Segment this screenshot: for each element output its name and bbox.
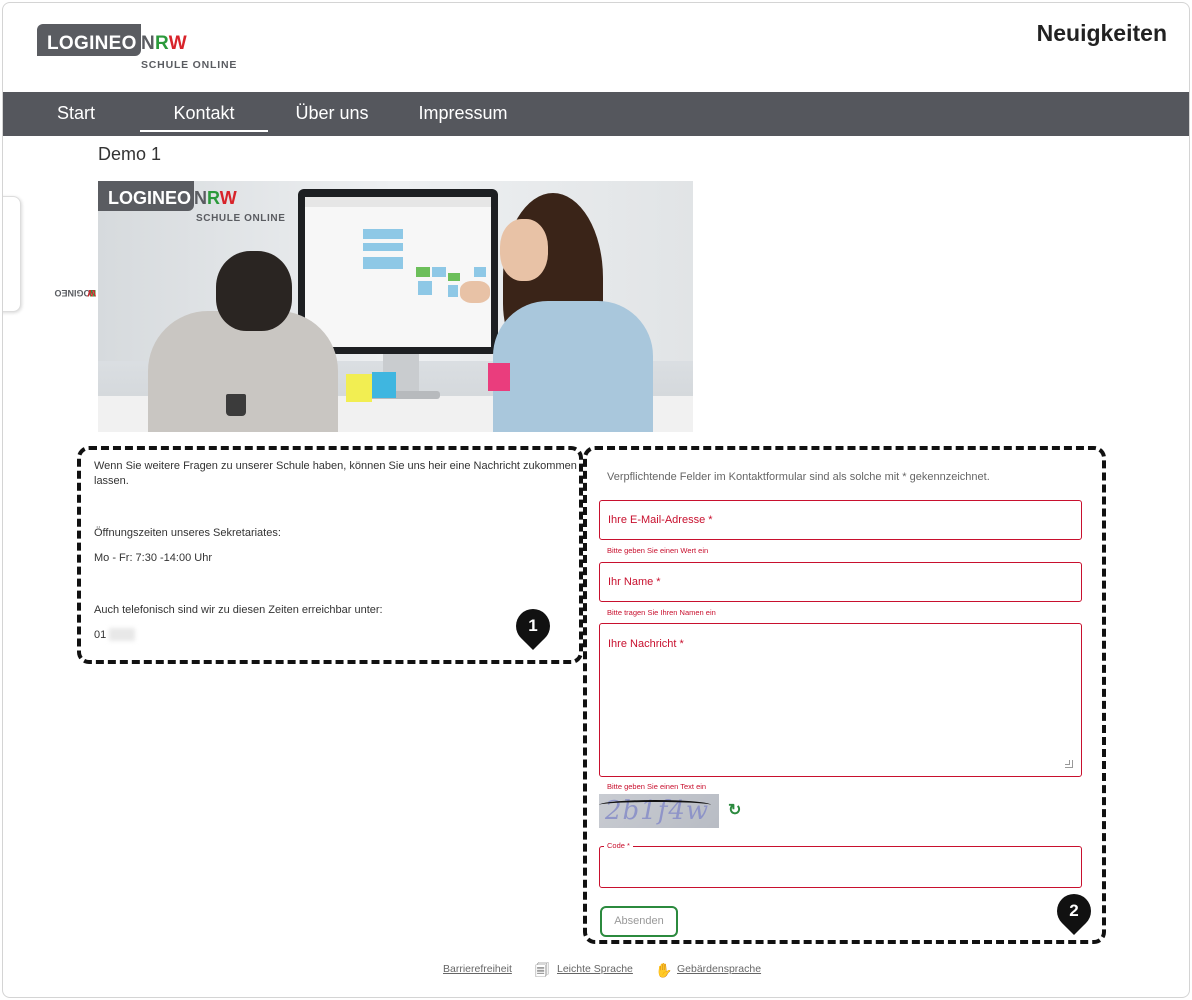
hero-logo-text-nrw: NRW xyxy=(194,188,237,208)
info-phone-intro: Auch telefonisch sind wir zu diesen Zeit… xyxy=(94,604,383,616)
name-error: Bitte tragen Sie Ihren Namen ein xyxy=(607,608,716,617)
person-woman xyxy=(493,301,653,432)
message-error: Bitte geben Sie einen Text ein xyxy=(607,782,707,791)
nav-item-ueber-uns[interactable]: Über uns xyxy=(285,92,379,136)
email-error: Bitte geben Sie einen Wert ein xyxy=(607,546,709,555)
code-field-label: Code * xyxy=(604,841,633,850)
nav-item-kontakt[interactable]: Kontakt xyxy=(140,92,268,136)
info-phone: 01 xyxy=(94,629,107,641)
name-field-label: Ihr Name * xyxy=(608,576,661,588)
name-field[interactable]: Ihr Name * xyxy=(599,562,1082,602)
message-textarea[interactable]: Ihre Nachricht * xyxy=(599,623,1082,777)
phone-blur xyxy=(109,628,135,641)
page-heading: Neuigkeiten xyxy=(1036,20,1167,46)
info-hours: Mo - Fr: 7:30 -14:00 Uhr xyxy=(94,552,212,564)
hero-logo-subtitle: SCHULE ONLINE xyxy=(196,213,286,224)
side-tab-label: LOGINEO N R W xyxy=(54,288,96,298)
captcha-code-field[interactable] xyxy=(599,846,1082,888)
sign-language-icon: ✋ xyxy=(655,962,673,978)
site-title: Demo 1 xyxy=(98,144,162,164)
nav-item-start[interactable]: Start xyxy=(41,92,111,136)
logineo-logo[interactable]: LOGINEO NRW SCHULE ONLINE xyxy=(37,24,247,76)
form-required-note: Verpflichtende Felder im Kontaktformular… xyxy=(607,471,990,483)
logo-text-main: LOGINEO xyxy=(47,33,137,54)
submit-button[interactable]: Absenden xyxy=(600,906,678,937)
email-field[interactable]: Ihre E-Mail-Adresse * xyxy=(599,500,1082,540)
side-logineo-tab[interactable]: LOGINEO N R W xyxy=(3,196,96,312)
info-intro: Wenn Sie weitere Fragen zu unserer Schul… xyxy=(94,460,577,487)
footer-sign-language-link[interactable]: Gebärdensprache xyxy=(677,963,761,975)
hero-image: LOGINEO NRW SCHULE ONLINE xyxy=(98,181,693,432)
email-field-label: Ihre E-Mail-Adresse * xyxy=(608,514,713,526)
resize-handle[interactable] xyxy=(1065,760,1073,768)
message-field-label: Ihre Nachricht * xyxy=(608,638,684,650)
nav-item-impressum[interactable]: Impressum xyxy=(407,92,519,136)
hero-logo-text-main: LOGINEO xyxy=(108,188,192,208)
page-frame: LOGINEO NRW SCHULE ONLINE Neuigkeiten St… xyxy=(2,2,1190,998)
captcha-image: 2b1f4w xyxy=(599,794,719,828)
logo-text-nrw: NRW xyxy=(141,33,187,54)
footer-easy-language-link[interactable]: Leichte Sprache xyxy=(557,963,633,975)
logo-subtitle: SCHULE ONLINE xyxy=(141,59,238,71)
refresh-icon[interactable]: ↻ xyxy=(728,803,744,819)
easy-language-icon: 🗐 xyxy=(535,962,549,978)
footer-accessibility-link[interactable]: Barrierefreiheit xyxy=(443,963,512,975)
marker-number-2: 2 xyxy=(1069,901,1079,920)
main-nav: Start Kontakt Über uns Impressum xyxy=(3,92,1189,136)
info-hours-title: Öffnungszeiten unseres Sekretariates: xyxy=(94,527,281,539)
marker-number-1: 1 xyxy=(528,616,538,635)
